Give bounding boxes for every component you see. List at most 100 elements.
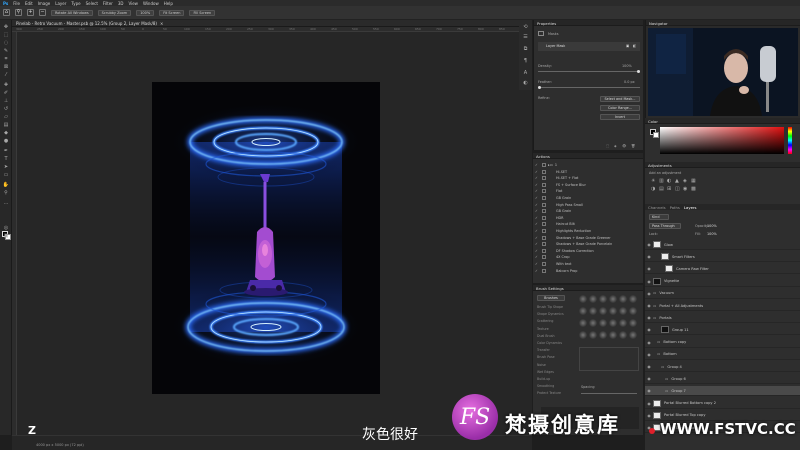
brush-option-item[interactable]: Dual Brush	[537, 334, 555, 338]
adjustment-icon[interactable]: ☀	[651, 178, 655, 184]
action-item[interactable]: ✓ Flat	[535, 188, 641, 194]
action-item[interactable]: ✓ Balcorn Prop	[535, 268, 641, 274]
layer-row[interactable]: ◉ Smart Filters	[645, 252, 800, 263]
action-dialog-toggle[interactable]	[542, 262, 546, 266]
menu-item-layer[interactable]: Layer	[55, 1, 66, 6]
density-slider[interactable]	[538, 71, 640, 72]
color-range-button[interactable]: Color Range...	[600, 105, 640, 111]
apply-mask-bottom-icon[interactable]: ◈	[614, 144, 617, 148]
adjustment-icon[interactable]: ◉	[683, 186, 687, 192]
layer-filter-kind[interactable]: Kind	[649, 214, 669, 220]
brush-option-item[interactable]: Noise	[537, 363, 546, 367]
eraser-tool-icon[interactable]: ▱	[2, 114, 10, 121]
fill-screen-button[interactable]: Fill Screen	[189, 9, 216, 16]
brush-option-item[interactable]: Color Dynamics	[537, 341, 562, 345]
adjustment-icon[interactable]: ▤	[659, 186, 664, 192]
action-dialog-toggle[interactable]	[542, 202, 546, 207]
action-item[interactable]: ✓ Hi-SET + Flat	[535, 175, 641, 181]
rotate-all-windows-checkbox[interactable]: Rotate All Windows	[51, 9, 93, 16]
brush-tip-preset[interactable]	[599, 307, 607, 315]
layer-row[interactable]: ◉ Vignette	[645, 277, 800, 287]
zoom-in-icon[interactable]: +	[27, 9, 34, 16]
visibility-eye-icon[interactable]: ◉	[645, 352, 653, 357]
adjustment-icon[interactable]: ▥	[659, 178, 664, 184]
action-checkmark-icon[interactable]: ✓	[535, 196, 540, 200]
add-vector-mask-icon[interactable]: ▣	[626, 44, 629, 48]
visibility-eye-icon[interactable]: ◉	[645, 291, 653, 296]
action-checkmark-icon[interactable]: ✓	[535, 163, 540, 167]
action-checkmark-icon[interactable]: ✓	[535, 170, 540, 174]
artwork-retro-vacuum[interactable]	[152, 82, 380, 394]
action-item[interactable]: ✓ GB Grain	[535, 208, 641, 214]
brush-option-item[interactable]: Build-up	[537, 377, 550, 381]
action-dialog-toggle[interactable]	[542, 176, 546, 181]
eyedropper-tool-icon[interactable]: ⁄	[2, 72, 10, 79]
density-value[interactable]: 100%	[622, 64, 632, 68]
layer-row[interactable]: ◉ Camera Raw Filter	[645, 264, 800, 275]
action-checkmark-icon[interactable]: ✓	[535, 236, 540, 240]
action-item[interactable]: ✓ DF Shadow Correction	[535, 248, 641, 254]
menu-item-edit[interactable]: Edit	[25, 1, 33, 6]
action-dialog-toggle[interactable]	[542, 229, 546, 233]
brush-tip-preset[interactable]	[609, 295, 617, 303]
action-dialog-toggle[interactable]	[542, 189, 546, 194]
brush-tip-preset[interactable]	[599, 331, 607, 339]
action-dialog-toggle[interactable]	[542, 222, 546, 227]
more-tools-icon[interactable]: …	[2, 200, 10, 207]
action-dialog-toggle[interactable]	[542, 163, 546, 167]
adjustment-icon[interactable]: ◐	[667, 178, 671, 184]
tab-paths[interactable]: Paths	[670, 205, 680, 210]
move-tool-icon[interactable]: ✥	[2, 24, 10, 31]
load-selection-icon[interactable]: ⬚	[606, 144, 609, 148]
brush-tip-grid[interactable]	[579, 295, 639, 345]
brush-tip-preset[interactable]	[609, 319, 617, 327]
history-panel-icon[interactable]: ⟲	[522, 24, 529, 31]
density-slider-knob[interactable]	[637, 70, 640, 73]
action-item[interactable]: ✓ HDR	[535, 215, 641, 221]
action-item[interactable]: ✓ 4X Crop	[535, 254, 641, 260]
properties-panel-icon[interactable]: ☰	[522, 34, 529, 41]
brush-tip-preset[interactable]	[579, 307, 587, 315]
adjustment-icon[interactable]: ◫	[675, 186, 680, 192]
menu-item-help[interactable]: Help	[164, 1, 173, 6]
dodge-tool-icon[interactable]: ●	[2, 138, 10, 145]
brush-tip-preset[interactable]	[629, 319, 637, 327]
action-checkmark-icon[interactable]: ✓	[535, 216, 540, 220]
document-tab[interactable]: Pinelab - Retro Vacuum - Master.psb @ 12…	[16, 21, 157, 26]
app-logo[interactable]: Ps	[3, 1, 8, 6]
disable-mask-icon[interactable]: 👁	[622, 144, 626, 148]
visibility-eye-icon[interactable]: ◉	[645, 364, 653, 369]
blur-tool-icon[interactable]: ◆	[2, 130, 10, 137]
action-checkmark-icon[interactable]: ✓	[535, 269, 540, 273]
brush-tip-preset[interactable]	[589, 295, 597, 303]
layer-row[interactable]: ◉ Group 11	[645, 325, 800, 336]
brush-tip-preset[interactable]	[589, 307, 597, 315]
brush-tip-preset[interactable]	[579, 319, 587, 327]
action-checkmark-icon[interactable]: ✓	[535, 183, 540, 187]
blend-mode-select[interactable]: Pass Through	[649, 223, 681, 229]
color-picker-field[interactable]	[660, 127, 784, 154]
brush-tip-controls[interactable]	[579, 347, 639, 371]
history-brush-tool-icon[interactable]: ↺	[2, 106, 10, 113]
crop-tool-icon[interactable]: ⌗	[2, 56, 10, 63]
libraries-panel-icon[interactable]: ⧉	[522, 46, 529, 53]
brush-option-item[interactable]: Brush Pose	[537, 355, 555, 359]
visibility-eye-icon[interactable]: ◉	[645, 401, 653, 406]
action-checkmark-icon[interactable]: ✓	[535, 262, 540, 266]
visibility-eye-icon[interactable]: ◉	[645, 388, 653, 393]
layer-row[interactable]: ◉ ▭ Vacuum	[645, 289, 800, 299]
menu-item-file[interactable]: File	[13, 1, 20, 6]
action-item[interactable]: ✓ High Pass Small	[535, 202, 641, 208]
spacing-slider[interactable]	[581, 393, 637, 394]
paragraph-panel-icon[interactable]: ¶	[522, 58, 529, 65]
menu-item-select[interactable]: Select	[86, 1, 98, 6]
tab-layers[interactable]: Layers	[684, 205, 697, 210]
quick-select-tool-icon[interactable]: ✎	[2, 48, 10, 55]
visibility-eye-icon[interactable]: ◉	[645, 376, 653, 381]
fit-screen-button[interactable]: Fit Screen	[159, 9, 185, 16]
action-item[interactable]: ✓ FS + Surface Blur	[535, 182, 641, 188]
menu-item-3d[interactable]: 3D	[118, 1, 124, 6]
lasso-tool-icon[interactable]: ◌	[2, 40, 10, 47]
visibility-eye-icon[interactable]: ◉	[645, 413, 653, 418]
visibility-eye-icon[interactable]: ◉	[645, 340, 653, 345]
